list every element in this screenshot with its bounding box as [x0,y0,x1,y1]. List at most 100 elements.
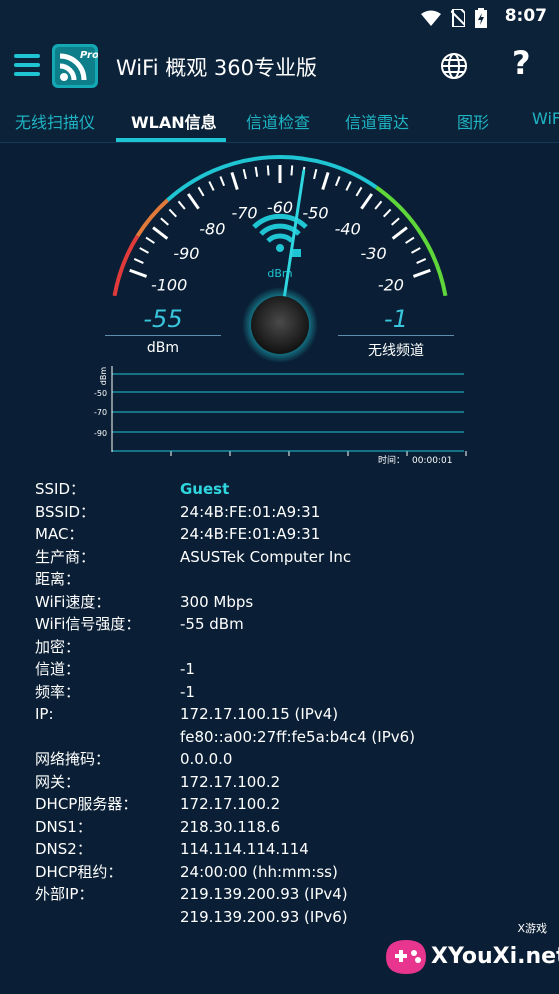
info-value-gateway: 172.17.100.2 [180,772,281,791]
info-label: BSSID： [35,502,96,521]
signal-history-graph: dBm -50 -70 -90 时间： 00:00:01 [92,362,468,468]
logo-pro-label: Pro [80,50,98,61]
info-value-ip: 172.17.100.15 (IPv4)fe80::a00:27ff:fe5a:… [180,703,415,748]
wifi-status-icon [421,10,441,26]
info-value-signal: -55 dBm [180,615,244,633]
signal-value: -55 [143,305,183,333]
info-row-ip: IP: 172.17.100.15 (IPv4) fe80::a00:27ff:f… [35,703,535,748]
info-value-netmask: 0.0.0.0 [180,750,233,768]
tab-channel-check[interactable]: 信道检查 [246,109,310,133]
external-ip-v4: 219.139.200.93 (IPv4) [180,885,348,903]
info-label: 网络掩码： [35,750,111,768]
info-row-vendor: 生产商： ASUSTek Computer Inc [35,546,535,569]
info-label: 外部IP： [35,885,94,903]
channel-value: -1 [384,305,408,333]
info-row-ssid: SSID： Guest [35,478,535,501]
gauge-tick [242,168,247,180]
gauge-tick [230,171,239,191]
globe-icon[interactable] [440,52,468,80]
external-ip-v6: 219.139.200.93 (IPv6) [180,907,348,926]
gauge-tick [266,165,270,176]
gamepad-icon [386,940,426,974]
active-tab-indicator [116,138,226,142]
gauge-tick-label: -100 [151,276,187,295]
gauge-tick [139,247,149,254]
menu-icon[interactable] [14,54,40,76]
wifi-lock-icon [252,213,308,257]
info-row-dns1: DNS1： 218.30.118.6 [35,816,535,839]
gauge-tick [411,247,421,254]
info-label: 加密： [35,637,81,656]
graph-time-label: 时间： [378,454,405,466]
ip-v4: 172.17.100.15 (IPv4) [180,705,339,723]
gauge-arc-segment [135,198,169,238]
gauge-tick [145,236,155,244]
info-value-channel: -1 [180,660,195,678]
wlan-info-list: SSID： Guest BSSID： 24:4B:FE:01:A9:31 MAC： 2… [35,478,535,928]
gauge-tick [416,258,427,265]
app-logo: Pro [52,44,99,88]
gauge-tick [208,181,215,191]
tab-wlan-info[interactable]: WLAN信息 [131,109,217,133]
info-row-dhcp: DHCP服务器： 172.17.100.2 [35,793,535,816]
gauge-tick [152,226,169,240]
info-label: DHCP服务器： [35,795,138,813]
info-row-dns2: DNS2： 114.114.114.114 [35,838,535,861]
graph-y-unit: dBm [99,367,108,386]
tab-graph[interactable]: 图形 [457,109,489,133]
info-row-speed: WiFi速度： 300 Mbps [35,591,535,614]
info-value-external-ip: 219.139.200.93 (IPv4) 219.139.200.93 (IPv… [180,883,348,928]
gauge-tick [355,186,363,197]
info-value-dhcp: 172.17.100.2 [180,795,281,813]
info-value-lease: 24:00:00 (hh:mm:ss) [180,862,338,881]
info-row-frequency: 频率： -1 [35,681,535,704]
gauge-tick [177,200,186,210]
info-row-distance: 距离： [35,568,535,591]
ip-v6: fe80::a00:27ff:fe5a:b4c4 (IPv6) [180,727,416,746]
status-icons [421,8,487,28]
gauge-tick [391,217,400,226]
no-sim-icon [451,9,465,27]
info-value-dns1: 218.30.118.6 [180,817,281,836]
wifi-logo-icon: Pro [55,47,99,85]
info-value-frequency: -1 [180,682,195,701]
signal-readout: -55 dBm [105,305,221,356]
gauge-tick-label: -20 [378,276,404,295]
gauge-tick [345,181,352,191]
graph-y-tick: -50 [94,389,107,398]
tab-wireless-scanner[interactable]: 无线扫描仪 [15,109,95,133]
tab-wifi-more[interactable]: WiF [532,109,559,128]
gauge-tick [160,217,169,226]
info-row-mac: MAC： 24:4B:FE:01:A9:31 [35,523,535,546]
gauge-tick [129,268,148,278]
info-row-channel: 信道： -1 [35,658,535,681]
gauge-tick [391,226,408,240]
gauge-tick [197,186,205,197]
gauge-tick [334,176,341,187]
gauge-tick [313,168,318,180]
info-label: WiFi速度： [35,592,111,611]
gauge-tick [412,268,431,278]
battery-icon [475,8,487,28]
info-label: 生产商： [35,547,96,566]
gauge-tick-label: -40 [335,219,361,238]
watermark-text: XYouXi.net [431,944,559,969]
tab-channel-radar[interactable]: 信道雷达 [345,109,409,133]
graph-y-tick: -90 [94,429,107,438]
channel-label: 无线频道 [368,343,424,359]
info-label: DNS1： [35,817,92,836]
info-label: 距离： [35,570,81,588]
gauge-knob [251,296,309,354]
gauge-tick [383,208,392,218]
gauge-tick [360,193,374,210]
gauge-arc-segment [166,155,378,202]
help-icon[interactable]: ? [512,44,531,82]
graph-time-value: 00:00:01 [412,456,452,466]
info-label: SSID： [35,480,86,498]
info-row-signal: WiFi信号强度： -55 dBm [35,613,535,636]
gauge-tick-label: -90 [173,244,199,263]
channel-readout: -1 无线频道 [338,305,454,360]
info-label: MAC： [35,525,84,543]
info-row-gateway: 网关： 172.17.100.2 [35,771,535,794]
gauge-arc-segment [112,234,140,297]
